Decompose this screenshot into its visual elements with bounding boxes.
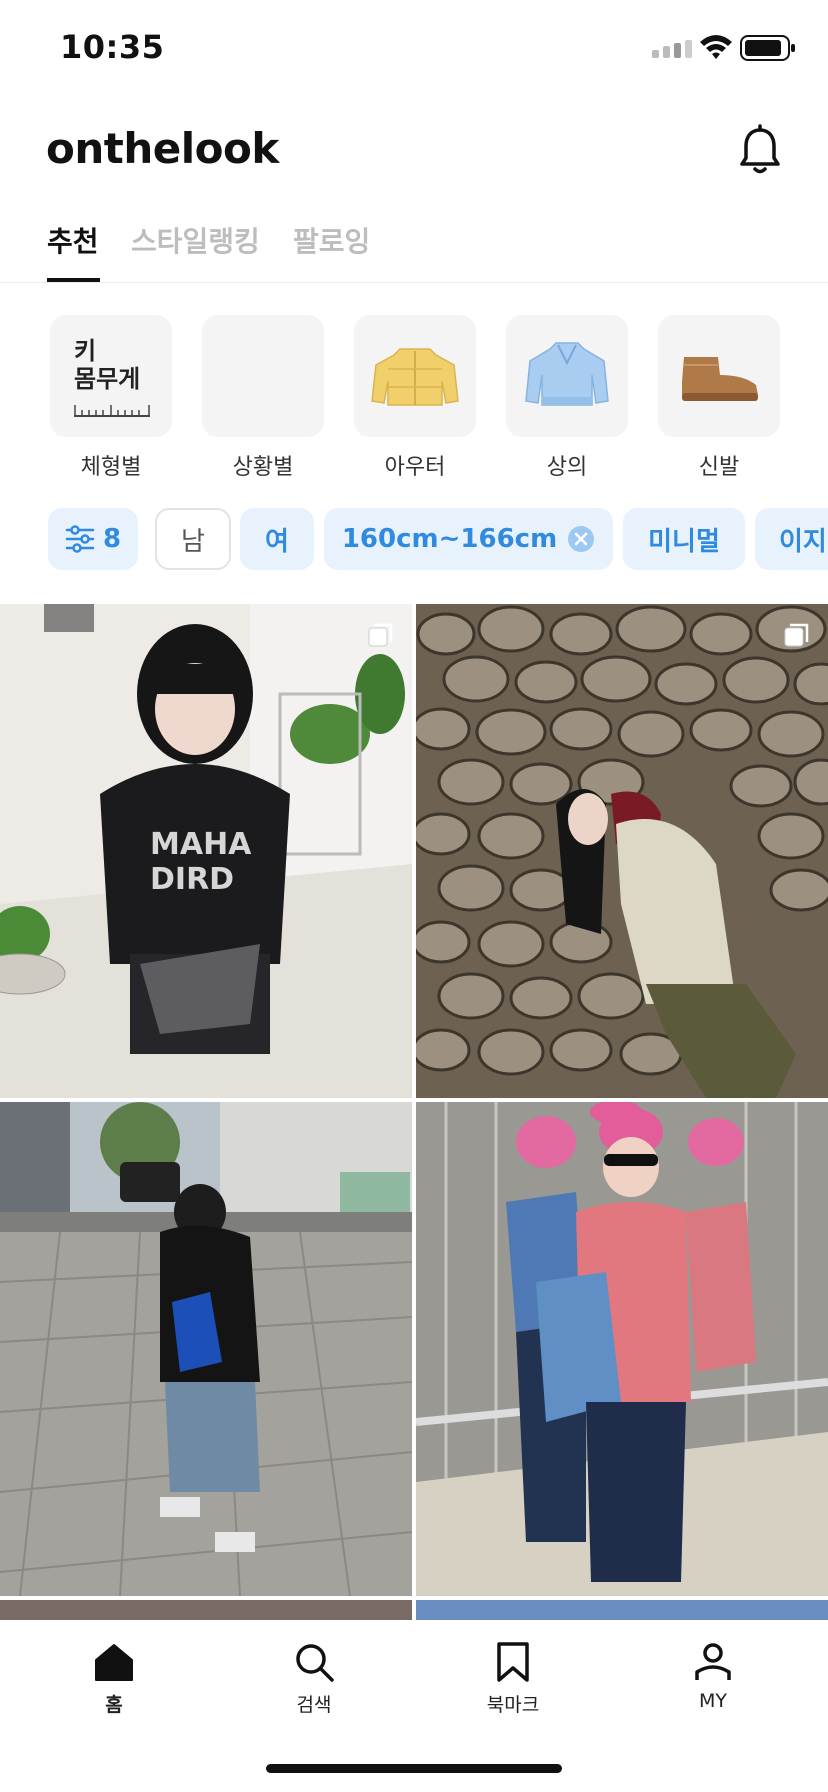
app-logo: onthelook: [46, 124, 279, 173]
category-tile: [202, 315, 324, 437]
feed-tabs: 추천 스타일랭킹 팔로잉: [0, 212, 828, 283]
post-image: [0, 1102, 412, 1596]
tab-following[interactable]: 팔로잉: [293, 220, 370, 260]
category-body-type[interactable]: 키 몸무게 체형별: [50, 315, 172, 481]
active-tab-indicator: [47, 278, 100, 282]
nav-label: 검색: [296, 1694, 332, 1716]
multi-image-icon: [784, 623, 809, 647]
post-elevator-mirror[interactable]: [416, 1102, 828, 1596]
puffer-jacket-icon: [371, 348, 459, 406]
post-street-plaza[interactable]: [0, 1102, 412, 1596]
category-label: 체형별: [80, 455, 142, 480]
category-label: 상의: [546, 455, 588, 480]
home-icon: [95, 1644, 133, 1681]
nav-home[interactable]: 홈: [54, 1640, 174, 1717]
wifi-icon: [700, 35, 732, 59]
category-tile: 키 몸무게: [50, 315, 172, 437]
chip-male[interactable]: 남: [155, 508, 231, 570]
nav-bookmark[interactable]: 북마크: [453, 1640, 573, 1717]
post-next-row-left[interactable]: [0, 1600, 412, 1620]
search-icon: [296, 1644, 334, 1682]
post-image: [416, 1102, 828, 1596]
chip-height-range[interactable]: 160cm~166cm: [324, 508, 613, 570]
ruler-icon: [74, 405, 150, 417]
chip-minimal[interactable]: 미니멀: [623, 508, 745, 570]
nav-label: 홈: [105, 1694, 123, 1716]
post-black-hoodie[interactable]: MAHA DIRD: [0, 604, 412, 1098]
tab-recommended[interactable]: 추천: [47, 220, 99, 260]
category-top[interactable]: 상의: [506, 315, 628, 481]
status-time: 10:35: [60, 28, 165, 66]
chip-height-label: 160cm~166cm: [341, 524, 558, 554]
height-weight-tile-text: 키 몸무게: [74, 337, 141, 393]
notification-bell-icon[interactable]: [736, 124, 784, 176]
cellular-signal-icon: [652, 40, 692, 58]
profile-icon: [695, 1643, 731, 1680]
nav-my[interactable]: MY: [653, 1640, 773, 1712]
chip-easy[interactable]: 이지: [755, 508, 828, 570]
post-image: MAHA DIRD: [0, 604, 412, 1098]
category-tile: [354, 315, 476, 437]
bookmark-icon: [497, 1642, 529, 1682]
remove-filter-icon[interactable]: [567, 525, 595, 553]
nav-label: 북마크: [486, 1694, 540, 1716]
svg-text:MAHA: MAHA: [150, 827, 252, 862]
battery-icon: [740, 35, 795, 61]
category-situation[interactable]: 상황별: [202, 315, 324, 481]
multi-image-icon: [368, 623, 393, 647]
home-indicator: [266, 1764, 562, 1773]
filter-settings-button[interactable]: 8: [48, 508, 138, 570]
sweatshirt-icon: [525, 342, 609, 406]
filter-sliders-icon: [65, 525, 95, 553]
tab-style-ranking[interactable]: 스타일랭킹: [131, 220, 260, 260]
nav-search[interactable]: 검색: [254, 1640, 374, 1717]
svg-text:DIRD: DIRD: [150, 862, 234, 897]
category-tile: [658, 315, 780, 437]
chip-female[interactable]: 여: [240, 508, 314, 570]
category-label: 상황별: [232, 455, 294, 480]
filter-chip-bar: 8 남 여 160cm~166cm 미니멀 이지: [0, 508, 828, 572]
post-next-row-right[interactable]: [416, 1600, 828, 1620]
nav-label: MY: [699, 1690, 727, 1712]
category-tile: [506, 315, 628, 437]
category-outer[interactable]: 아우터: [354, 315, 476, 481]
boot-icon: [682, 357, 758, 401]
post-stone-wall[interactable]: [416, 604, 828, 1098]
filter-count: 8: [102, 524, 122, 554]
category-label: 아우터: [384, 455, 446, 480]
category-label: 신발: [698, 455, 740, 480]
post-image: [416, 604, 828, 1098]
category-shoes[interactable]: 신발: [658, 315, 780, 481]
status-bar: 10:35: [0, 0, 828, 100]
